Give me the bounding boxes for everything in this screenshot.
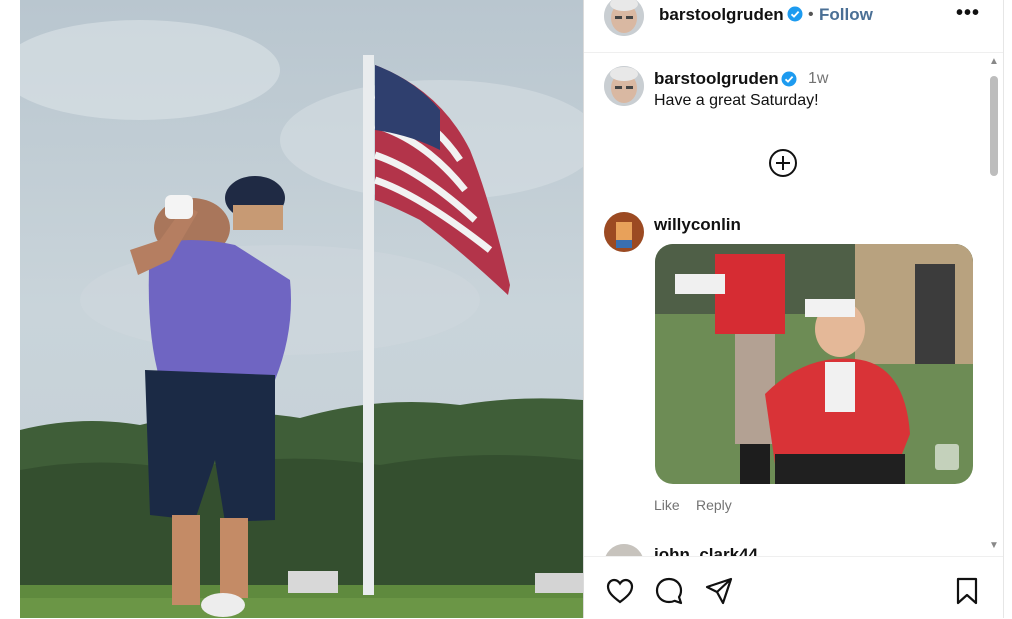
caption-time[interactable]: 1w — [808, 70, 828, 88]
share-icon[interactable] — [703, 575, 735, 607]
reply-button[interactable]: Reply — [696, 497, 732, 513]
comments-scrollbar[interactable]: ▲ ▼ — [987, 56, 999, 554]
heart-icon[interactable] — [604, 575, 636, 607]
verified-badge-icon — [781, 71, 797, 87]
plus-circle-icon[interactable] — [768, 148, 798, 178]
separator-dot: • — [808, 6, 814, 23]
bookmark-icon[interactable] — [951, 575, 983, 607]
author-avatar[interactable] — [604, 0, 644, 36]
scroll-down-icon[interactable]: ▼ — [989, 540, 999, 551]
commenter-avatar[interactable] — [604, 212, 644, 252]
comment-gif[interactable] — [655, 244, 973, 484]
post-header: barstoolgruden • Follow ••• — [584, 0, 1004, 53]
like-comment-button[interactable]: Like — [654, 497, 680, 513]
scroll-thumb[interactable] — [990, 76, 998, 176]
comment-icon[interactable] — [653, 575, 685, 607]
scroll-up-icon[interactable]: ▲ — [989, 56, 999, 67]
author-username[interactable]: barstoolgruden — [659, 5, 784, 25]
comment-username[interactable]: willyconlin — [654, 215, 741, 235]
post-details-panel: barstoolgruden • Follow ••• barstoolgrud… — [583, 0, 1004, 619]
post-photo[interactable] — [20, 0, 583, 618]
caption-avatar[interactable] — [604, 66, 644, 106]
caption-text: Have a great Saturday! — [654, 92, 819, 109]
left-margin — [0, 0, 20, 618]
caption-username[interactable]: barstoolgruden — [654, 69, 779, 89]
more-options-icon[interactable]: ••• — [956, 2, 980, 25]
right-margin — [1003, 0, 1012, 618]
post-actions-bar — [584, 556, 1004, 619]
verified-badge-icon — [787, 6, 803, 22]
follow-button[interactable]: Follow — [819, 5, 873, 25]
